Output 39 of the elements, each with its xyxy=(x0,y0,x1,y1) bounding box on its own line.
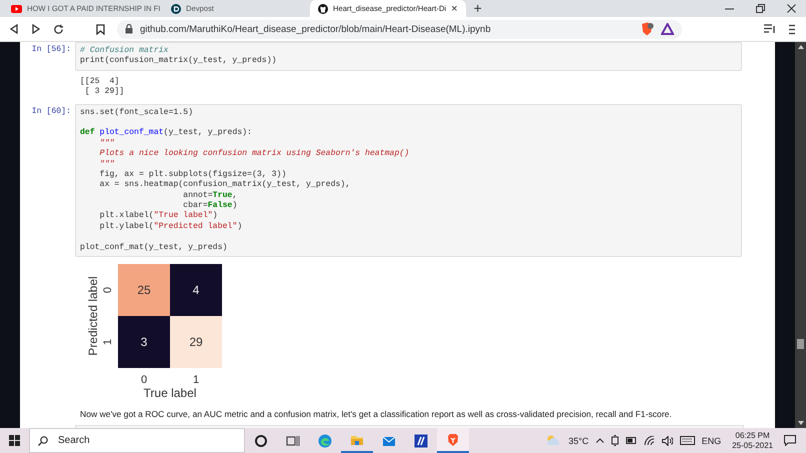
temperature-text[interactable]: 35°C xyxy=(568,436,589,446)
markdown-paragraph: Now we've got a ROC curve, an AUC metric and a confusion matrix, let's get a classification report as well as cross-validated precision, recall and F1-score. xyxy=(80,409,673,420)
cell-value: 3 xyxy=(140,335,148,350)
code-line: plt.xlabel("True label") xyxy=(98,211,219,222)
output-line: [ 3 29]] xyxy=(84,87,126,98)
x-tick-label: 1 xyxy=(192,374,200,386)
x-tick-label: 0 xyxy=(140,374,148,386)
cell-value: 25 xyxy=(137,283,151,298)
code-line: """ xyxy=(98,138,116,149)
code-line: print(confusion_matrix(y_test, y_preds)) xyxy=(80,56,278,67)
code-line: cbar=False) xyxy=(182,201,238,211)
code-line: Plots a nice looking confusion matrix using Seaborn's heatmap() xyxy=(98,149,410,160)
close-tab-button[interactable]: × xyxy=(451,2,458,14)
code-line: plot_conf_mat(y_test, y_preds) xyxy=(80,242,228,254)
code-line: """ xyxy=(98,160,116,170)
url-text: github.com/MaruthiKo/Heart_disease_predictor/blob/main/Heart-Disease(ML).ipynb xyxy=(140,24,491,34)
input-prompt: In [60]: xyxy=(30,106,72,116)
language-indicator[interactable]: ENG xyxy=(702,436,722,446)
code-line: def plot_conf_mat(y_test, y_preds): xyxy=(80,128,253,139)
clock-time[interactable]: 06:25 PM xyxy=(735,430,770,440)
input-prompt: In [56]: xyxy=(30,44,72,54)
code-line: ax = sns.heatmap(confusion_matrix(y_test, y_preds), xyxy=(98,180,352,191)
output-line: [[25 4] xyxy=(80,76,120,87)
clock-date[interactable]: 25-05-2021 xyxy=(732,440,773,450)
code-line: fig, ax = plt.subplots(figsize=(3, 3)) xyxy=(98,170,288,180)
y-axis-label: Predicted label xyxy=(86,276,100,356)
code-line: sns.set(font_scale=1.5) xyxy=(80,108,194,118)
y-tick-label: 0 xyxy=(102,286,114,294)
new-tab-button[interactable]: + xyxy=(474,0,482,17)
x-axis-label: True label xyxy=(144,386,196,400)
y-tick-label: 1 xyxy=(102,338,114,346)
search-field[interactable]: Search xyxy=(56,434,220,447)
search-box[interactable]: Search xyxy=(29,428,245,453)
code-line: # Confusion matrix xyxy=(80,46,170,56)
cell-value: 4 xyxy=(192,283,200,298)
code-line: plt.ylabel("Predicted label") xyxy=(98,222,244,232)
cell-value: 29 xyxy=(189,335,203,350)
code-line: annot=True, xyxy=(182,190,238,201)
address-bar[interactable]: github.com/MaruthiKo/Heart_disease_predictor/blob/main/Heart-Disease(ML).ipynb xyxy=(117,20,682,38)
